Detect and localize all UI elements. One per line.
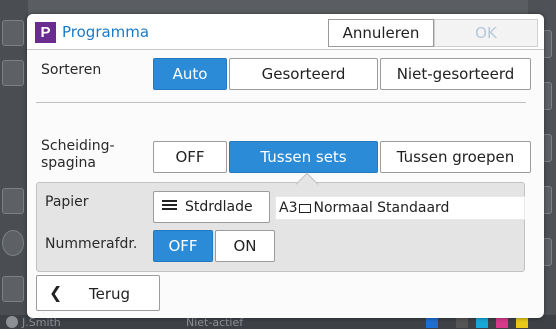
sort-collated-button[interactable]: Gesorteerd xyxy=(229,58,378,90)
ok-button[interactable]: OK xyxy=(434,19,538,47)
dialog-titlebar: P Programma Annuleren OK xyxy=(27,14,544,50)
separator-off-button[interactable]: OFF xyxy=(153,141,227,173)
numbering-label: Nummerafdr. xyxy=(45,236,138,252)
paper-label: Papier xyxy=(45,194,89,210)
left-sidebar xyxy=(0,0,28,329)
separator-between-sets-button[interactable]: Tussen sets xyxy=(229,141,378,173)
ink-k-icon xyxy=(456,317,468,328)
chevron-left-icon: ❮ xyxy=(49,283,63,302)
separator-label: Scheiding- spagina xyxy=(41,138,115,172)
paper-tray-button[interactable]: Stdrdlade xyxy=(153,191,270,223)
program-logo-icon: P xyxy=(35,22,56,43)
doc-icon xyxy=(2,60,24,86)
status-state: Niet-actief xyxy=(186,316,244,329)
paper-tray-label: Stdrdlade xyxy=(185,199,253,215)
paper-info: A3 Normaal Standaard xyxy=(275,196,525,220)
sort-uncollated-button[interactable]: Niet-gesorteerd xyxy=(380,58,531,90)
doc-icon xyxy=(2,188,24,214)
numbering-off-button[interactable]: OFF xyxy=(153,230,213,262)
check-icon xyxy=(2,230,24,256)
landscape-sheet-icon xyxy=(299,204,312,213)
ink-y-icon xyxy=(516,317,528,328)
separator-between-groups-button[interactable]: Tussen groepen xyxy=(380,141,531,173)
program-dialog: P Programma Annuleren OK Sorteren Auto G… xyxy=(27,14,544,318)
paper-type: Normaal Standaard xyxy=(313,200,450,216)
sort-auto-button[interactable]: Auto xyxy=(153,58,227,90)
user-icon xyxy=(6,316,18,328)
sort-label: Sorteren xyxy=(41,62,102,78)
dialog-title: Programma xyxy=(62,23,150,41)
doc-icon xyxy=(2,20,24,46)
back-label: Terug xyxy=(89,285,131,303)
ink-m-icon xyxy=(496,317,508,328)
ink-c-icon xyxy=(476,317,488,328)
link-icon xyxy=(2,276,24,302)
cancel-button[interactable]: Annuleren xyxy=(328,19,434,47)
paper-size: A3 xyxy=(279,200,298,216)
separator-label-line1: Scheiding- xyxy=(41,138,115,154)
separator-label-line2: spagina xyxy=(41,155,96,171)
ink-icon xyxy=(426,317,438,328)
divider xyxy=(36,102,526,103)
status-user: J.Smith xyxy=(22,316,61,329)
back-button[interactable]: ❮ Terug xyxy=(36,275,160,311)
paper-tray-icon xyxy=(162,200,177,214)
numbering-on-button[interactable]: ON xyxy=(215,230,275,262)
